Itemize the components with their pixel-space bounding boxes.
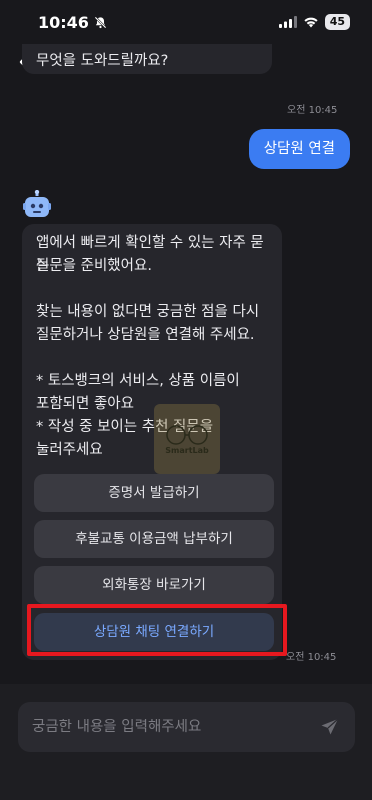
bot-line: 질문하거나 상담원을 연결해 주세요. [36,327,255,343]
bot-line [36,278,272,301]
prev-message-time: 오전 10:45 [287,105,338,116]
watermark-text: SmartLab [165,445,209,455]
clock: 10:46 [38,12,89,32]
bot-avatar-icon [23,190,51,217]
battery-level: 45 [324,14,350,30]
transit-payment-button[interactable]: 후불교통 이용금액 납부하기 [34,520,274,558]
bot-message: 앱에서 빠르게 확인할 수 있는 자주 묻는 질문을 준비했어요. 찾는 내용이… [22,224,282,660]
send-icon[interactable] [319,716,341,738]
status-time: 10:46 [38,13,107,32]
bot-line: 찾는 내용이 없다면 궁금한 점을 다시 [36,304,260,320]
glasses-icon [166,424,208,445]
bot-line [36,347,272,370]
bot-line: * 토스뱅크의 서비스, 상품 이름이 [36,373,240,389]
status-indicators: 45 [278,14,350,30]
bot-message-time: 오전 10:45 [286,652,337,663]
input-area [0,684,372,800]
bell-muted-icon [94,16,107,28]
smartlab-watermark: SmartLab [154,404,220,474]
bot-line: 질문을 준비했어요. [36,258,152,274]
signal-icon [278,16,297,28]
wifi-icon [304,17,318,28]
bot-line: 앱에서 빠르게 확인할 수 있는 자주 묻는 [36,235,264,274]
message-input-container[interactable] [18,702,355,752]
status-bar: 10:46 45 [0,0,372,44]
prev-bot-message: 무엇을 도와드릴까요? [22,44,272,74]
chat-area[interactable]: 무엇을 도와드릴까요? 오전 10:45 상담원 연결 앱에서 빠르게 확인할 … [0,44,372,684]
foreign-currency-account-button[interactable]: 외화통장 바로가기 [34,566,274,604]
prev-bot-message-text: 무엇을 도와드릴까요? [36,53,169,69]
user-message: 상담원 연결 [248,129,350,169]
message-input[interactable] [32,719,319,735]
certificate-issue-button[interactable]: 증명서 발급하기 [34,474,274,512]
highlight-annotation [27,604,287,656]
